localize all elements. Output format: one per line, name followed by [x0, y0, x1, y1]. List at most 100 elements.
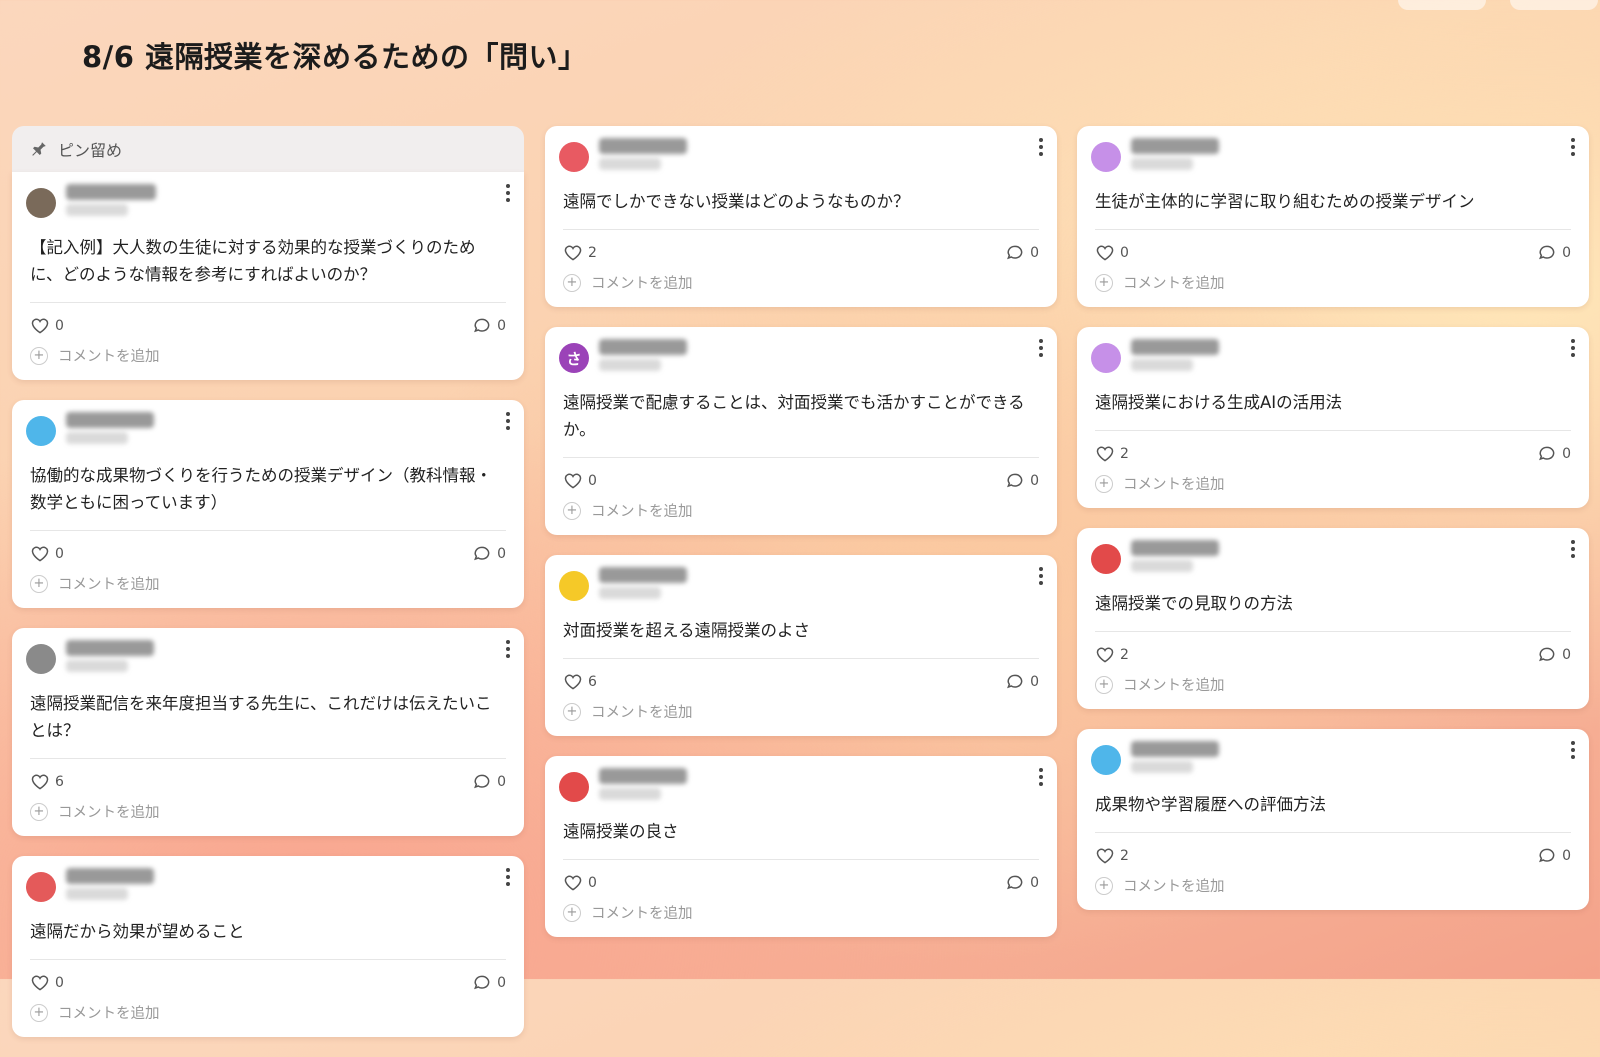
heart-icon: [564, 473, 582, 489]
post-text: 対面授業を超える遠隔授業のよさ: [563, 611, 1039, 659]
comment-button[interactable]: 0: [1005, 873, 1039, 893]
avatar[interactable]: [26, 872, 56, 902]
post-card[interactable]: 教員名 先生 8月6日 遠隔でしかできない授業はどのようなものか？ 2 0 + …: [545, 126, 1057, 307]
avatar[interactable]: [559, 142, 589, 172]
post-card[interactable]: 吉岡英郎 先生 8月6日 【記入例】大人数の生徒に対する効果的な授業づくりのため…: [12, 172, 524, 380]
like-button[interactable]: 0: [30, 316, 64, 336]
comment-button[interactable]: 0: [1537, 846, 1571, 866]
more-vertical-icon[interactable]: [1567, 337, 1579, 359]
more-vertical-icon[interactable]: [502, 182, 514, 204]
like-button[interactable]: 2: [1095, 444, 1129, 464]
avatar[interactable]: [559, 571, 589, 601]
comment-button[interactable]: 0: [472, 772, 506, 792]
add-comment-button[interactable]: + コメントを追加: [12, 797, 524, 836]
more-vertical-icon[interactable]: [1035, 766, 1047, 788]
like-count: 0: [55, 975, 64, 991]
avatar[interactable]: [26, 188, 56, 218]
post-timestamp: 8月6日: [66, 660, 128, 672]
comment-button[interactable]: 0: [1537, 645, 1571, 665]
avatar[interactable]: [1091, 142, 1121, 172]
post-header: 教員名 先生 8月6日: [12, 856, 524, 912]
post-timestamp: 8月6日: [1131, 761, 1193, 773]
post-text: 【記入例】大人数の生徒に対する効果的な授業づくりのために、どのような情報を参考に…: [30, 228, 506, 303]
comment-count: 0: [497, 318, 506, 334]
like-button[interactable]: 6: [30, 772, 64, 792]
more-vertical-icon[interactable]: [1035, 136, 1047, 158]
add-comment-button[interactable]: + コメントを追加: [12, 569, 524, 608]
author-name: 教員名 先生: [599, 339, 687, 355]
like-button[interactable]: 6: [563, 672, 597, 692]
post-card[interactable]: 教員名 先生 8月6日 生徒が主体的に学習に取り組むための授業デザイン 0 0 …: [1077, 126, 1589, 307]
add-comment-label: コメントを追加: [591, 504, 693, 520]
add-comment-button[interactable]: + コメントを追加: [1077, 268, 1589, 307]
add-comment-button[interactable]: + コメントを追加: [1077, 469, 1589, 508]
post-timestamp: 8月6日: [1131, 359, 1193, 371]
author-name: 教員名 先生: [599, 567, 687, 583]
post-card[interactable]: 教員名 先生 8月6日 遠隔だから効果が望めること 0 0 + コメントを追加: [12, 856, 524, 1037]
more-vertical-icon[interactable]: [1035, 337, 1047, 359]
top-bar-button[interactable]: [1510, 0, 1598, 10]
comment-button[interactable]: 0: [472, 316, 506, 336]
add-comment-button[interactable]: + コメントを追加: [1077, 670, 1589, 709]
avatar[interactable]: [1091, 544, 1121, 574]
add-comment-button[interactable]: + コメントを追加: [545, 268, 1057, 307]
more-vertical-icon[interactable]: [1567, 739, 1579, 761]
like-button[interactable]: 2: [563, 243, 597, 263]
more-vertical-icon[interactable]: [1567, 538, 1579, 560]
like-button[interactable]: 2: [1095, 645, 1129, 665]
column-2: 教員名 先生 8月6日 遠隔でしかできない授業はどのようなものか？ 2 0 + …: [545, 126, 1057, 957]
more-vertical-icon[interactable]: [1035, 565, 1047, 587]
avatar[interactable]: [559, 772, 589, 802]
avatar[interactable]: [26, 416, 56, 446]
add-comment-button[interactable]: + コメントを追加: [545, 697, 1057, 736]
comment-button[interactable]: 0: [472, 544, 506, 564]
post-meta: 0 0: [12, 531, 524, 569]
author-name: 教員名 先生: [599, 138, 687, 154]
like-button[interactable]: 0: [30, 973, 64, 993]
author-name: 教員名 先生: [1131, 741, 1219, 757]
like-button[interactable]: 2: [1095, 846, 1129, 866]
avatar[interactable]: [1091, 343, 1121, 373]
comment-bubble-icon: [474, 774, 490, 789]
post-card[interactable]: 教員名 8月6日 遠隔授業の良さ 0 0 + コメントを追加: [545, 756, 1057, 937]
post-card[interactable]: さ 教員名 先生 8月6日 遠隔授業で配慮することは、対面授業でも活かすことがで…: [545, 327, 1057, 535]
post-timestamp: 8月6日: [66, 432, 128, 444]
comment-button[interactable]: 0: [1005, 672, 1039, 692]
more-vertical-icon[interactable]: [1567, 136, 1579, 158]
more-vertical-icon[interactable]: [502, 410, 514, 432]
heart-icon: [1096, 848, 1114, 864]
add-comment-button[interactable]: + コメントを追加: [12, 341, 524, 380]
add-comment-button[interactable]: + コメントを追加: [545, 898, 1057, 937]
more-vertical-icon[interactable]: [502, 638, 514, 660]
avatar[interactable]: [1091, 745, 1121, 775]
comment-button[interactable]: 0: [472, 973, 506, 993]
avatar[interactable]: [26, 644, 56, 674]
post-timestamp: 8月6日: [1131, 560, 1193, 572]
post-card[interactable]: 教員名 先生 8月6日 対面授業を超える遠隔授業のよさ 6 0 + コメントを追…: [545, 555, 1057, 736]
heart-icon: [31, 975, 49, 991]
comment-button[interactable]: 0: [1005, 471, 1039, 491]
post-card[interactable]: 教員名 先生 8月6日 遠隔授業における生成AIの活用法 2 0 + コメントを…: [1077, 327, 1589, 508]
comment-button[interactable]: 0: [1005, 243, 1039, 263]
add-comment-button[interactable]: + コメントを追加: [545, 496, 1057, 535]
post-text: 遠隔授業で配慮することは、対面授業でも活かすことができるか。: [563, 383, 1039, 458]
comment-button[interactable]: 0: [1537, 243, 1571, 263]
post-card[interactable]: 教員名 先生 8月6日 協働的な成果物づくりを行うための授業デザイン（教科情報・…: [12, 400, 524, 608]
post-meta: 0 0: [545, 458, 1057, 496]
post-card[interactable]: 教員名 先生 8月6日 成果物や学習履歴への評価方法 2 0 + コメントを追加: [1077, 729, 1589, 910]
add-comment-button[interactable]: + コメントを追加: [12, 998, 524, 1037]
post-card[interactable]: 教員名 8月6日 遠隔授業での見取りの方法 2 0 + コメントを追加: [1077, 528, 1589, 709]
avatar[interactable]: さ: [559, 343, 589, 373]
plus-icon: +: [30, 346, 48, 365]
top-bar-button[interactable]: [1398, 0, 1486, 10]
like-button[interactable]: 0: [563, 471, 597, 491]
post-card[interactable]: 教員 8月6日 遠隔授業配信を来年度担当する先生に、これだけは伝えたいことは？ …: [12, 628, 524, 836]
like-button[interactable]: 0: [563, 873, 597, 893]
more-vertical-icon[interactable]: [502, 866, 514, 888]
like-button[interactable]: 0: [30, 544, 64, 564]
like-button[interactable]: 0: [1095, 243, 1129, 263]
comment-count: 0: [497, 774, 506, 790]
add-comment-button[interactable]: + コメントを追加: [1077, 871, 1589, 910]
heart-icon: [564, 875, 582, 891]
comment-button[interactable]: 0: [1537, 444, 1571, 464]
